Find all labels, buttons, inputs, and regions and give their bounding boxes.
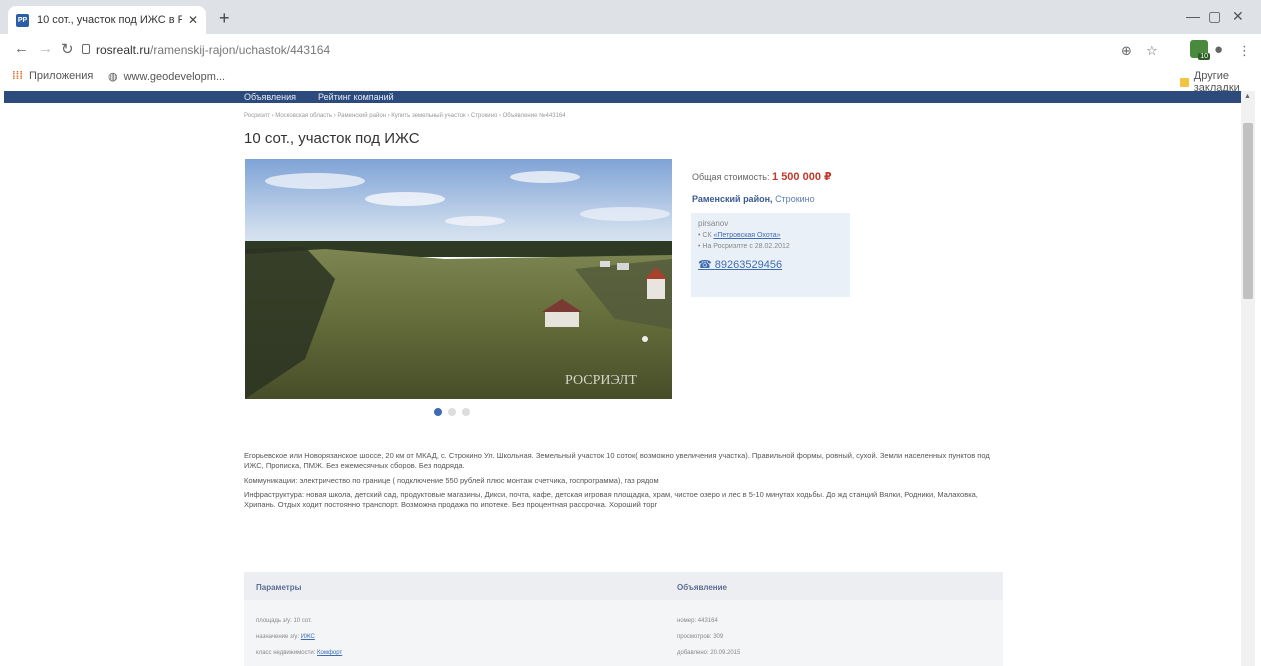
listing-description: Егорьевское или Новорязанское шоссе, 20 … [244, 451, 1004, 515]
param-area: площадь з/у: 10 сот. [256, 618, 312, 624]
bookmark-star-icon[interactable]: ☆ [1146, 43, 1158, 59]
nav-company-rating[interactable]: Рейтинг компаний [318, 92, 394, 102]
seller-company-prefix: • СК [698, 232, 714, 239]
maximize-icon[interactable]: ▢ [1208, 8, 1221, 25]
price-label: Общая стоимость: [692, 172, 770, 182]
seller-name: pirsanov [698, 219, 729, 228]
extension-icon[interactable]: 10 [1190, 40, 1210, 60]
folder-icon [1180, 77, 1189, 87]
page-title: 10 сот., участок под ИЖС [244, 130, 420, 147]
breadcrumb[interactable]: Росриэлт › Московская область › Раменски… [244, 113, 566, 119]
carousel-dot-3[interactable] [462, 408, 470, 416]
ad-added: добавлено: 20.09.2015 [677, 650, 741, 656]
seller-since: • На Росриэлте с 28.02.2012 [698, 243, 790, 250]
photo-watermark: РОСРИЭЛТ [565, 373, 637, 388]
lock-icon[interactable] [82, 44, 90, 54]
bookmarks-bar: ⁞⁞⁞ Приложения ◍ www.geodevelopm... Друг… [0, 66, 1261, 94]
globe-icon: ◍ [108, 71, 118, 83]
ad-number: номер: 443164 [677, 618, 718, 624]
site-top-nav: Объявления Рейтинг компаний [4, 91, 1241, 103]
url-host: rosrealt.ru [96, 43, 151, 57]
page-content: Объявления Рейтинг компаний Росриэлт › М… [0, 91, 1241, 666]
param-purpose: назначение з/у: ИЖС [256, 634, 315, 640]
window-close-icon[interactable]: ✕ [1232, 8, 1244, 25]
seller-company: • СК «Петровская Охота» [698, 232, 843, 239]
description-paragraph: Инфраструктура: новая школа, детский сад… [244, 490, 978, 509]
param-class: класс недвижимости: Комфорт [256, 650, 342, 656]
close-tab-icon[interactable]: ✕ [188, 13, 198, 27]
bookmark-apps[interactable]: ⁞⁞⁞ Приложения [12, 70, 93, 82]
extension-badge: 10 [1198, 53, 1210, 60]
seller-card: pirsanov • СК «Петровская Охота» • На Ро… [691, 213, 850, 297]
params-header [244, 572, 1003, 600]
scroll-thumb[interactable] [1243, 123, 1253, 299]
bookmark-label: www.geodevelopm... [123, 70, 226, 83]
zoom-icon[interactable]: ⊕ [1121, 43, 1132, 59]
location-block: Раменский район, Строкино [692, 194, 815, 204]
address-bar: ← → ↻ rosrealt.ru/ramenskij-rajon/uchast… [0, 34, 1261, 66]
profile-icon[interactable]: ● [1214, 41, 1223, 58]
param-class-label: класс недвижимости: [256, 650, 318, 656]
params-header-right: Объявление [677, 583, 727, 592]
url-path: /ramenskij-rajon/uchastok/443164 [150, 43, 331, 57]
seller-phone-number[interactable]: 89263529456 [715, 259, 782, 271]
description-paragraph: Егорьевское или Новорязанское шоссе, 20 … [244, 451, 990, 470]
site-favicon-icon: РР [16, 13, 29, 27]
apps-grid-icon: ⁞⁞⁞ [12, 70, 23, 82]
ad-views: просмотров: 309 [677, 634, 724, 640]
tab-title: 10 сот., участок под ИЖС в Рам [37, 14, 182, 26]
forward-icon[interactable]: → [38, 40, 53, 57]
params-table: Параметры Объявление площадь з/у: 10 сот… [244, 572, 1003, 666]
price-value: 1 500 000 ₽ [772, 171, 832, 183]
scroll-up-icon[interactable]: ▲ [1244, 93, 1251, 100]
browser-tabbar: РР 10 сот., участок под ИЖС в Рам ✕ + — … [0, 0, 1261, 34]
description-paragraph: Коммуникации: электричество по границе (… [244, 475, 659, 485]
listing-photo[interactable]: РОСРИЭЛТ [245, 159, 672, 399]
param-class-link[interactable]: Комфорт [317, 650, 342, 656]
param-area-value: 10 сот. [293, 618, 312, 624]
reload-icon[interactable]: ↻ [61, 40, 74, 58]
seller-phone[interactable]: ☎ 89263529456 [698, 258, 843, 271]
minimize-icon[interactable]: — [1186, 8, 1200, 24]
param-purpose-label: назначение з/у: [256, 634, 301, 640]
param-purpose-link[interactable]: ИЖС [301, 634, 315, 640]
photo-carousel-dots [434, 408, 470, 416]
back-icon[interactable]: ← [14, 40, 29, 57]
nav-ads[interactable]: Объявления [244, 92, 296, 102]
district-link[interactable]: Раменский район, [692, 194, 773, 204]
price-block: Общая стоимость: 1 500 000 ₽ [692, 170, 832, 183]
param-area-label: площадь з/у: [256, 618, 294, 624]
carousel-dot-2[interactable] [448, 408, 456, 416]
village-link[interactable]: Строкино [775, 194, 815, 204]
menu-icon[interactable]: ⋮ [1238, 43, 1251, 59]
new-tab-icon[interactable]: + [219, 8, 230, 29]
page-scrollbar[interactable]: ▲ [1241, 91, 1255, 666]
url-field[interactable]: rosrealt.ru/ramenskij-rajon/uchastok/443… [96, 43, 330, 57]
bookmark-label: Приложения [29, 70, 94, 82]
landscape-photo-image: РОСРИЭЛТ [245, 159, 672, 399]
seller-company-link[interactable]: «Петровская Охота» [713, 232, 780, 239]
params-header-left: Параметры [256, 583, 302, 592]
carousel-dot-1[interactable] [434, 408, 442, 416]
bookmark-geodevelop[interactable]: ◍ www.geodevelopm... [108, 70, 226, 84]
browser-tab[interactable]: РР 10 сот., участок под ИЖС в Рам ✕ [8, 6, 206, 34]
